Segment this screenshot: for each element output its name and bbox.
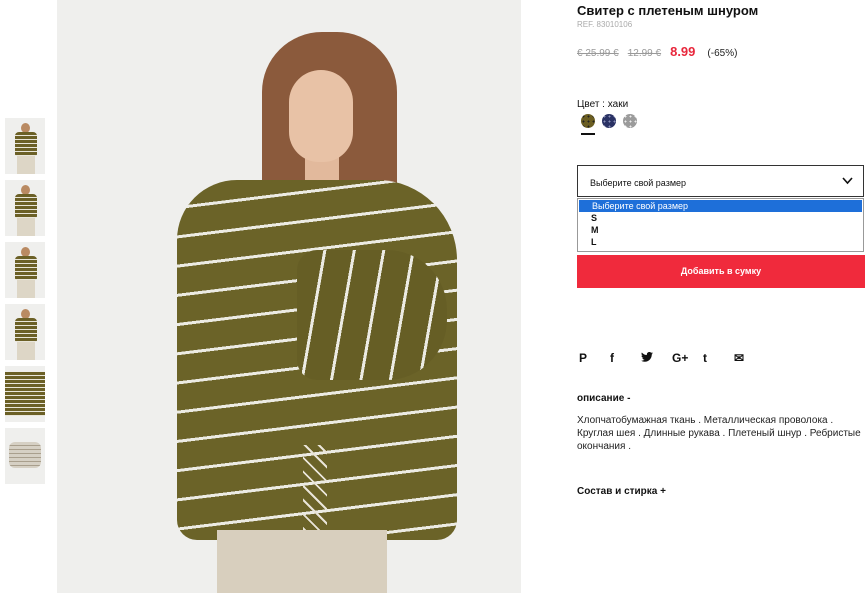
price-original: € 25.99 €: [577, 48, 619, 59]
grey-swatch[interactable]: [623, 114, 637, 128]
size-option-placeholder[interactable]: Выберите свой размер: [579, 200, 862, 212]
discount-badge: (-65%): [707, 48, 738, 59]
description-text: Хлопчатобумажная ткань . Металлическая п…: [577, 415, 861, 452]
price-previous: 12.99 €: [627, 48, 662, 59]
color-label: Цвет : хаки: [577, 99, 629, 110]
product-ref: REF. 83010106: [577, 20, 633, 29]
size-select-value: Выберите свой размер: [590, 178, 687, 188]
size-dropdown-list: Выберите свой размер S M L: [577, 198, 864, 252]
product-main-image[interactable]: [57, 0, 521, 593]
khaki-swatch[interactable]: [581, 114, 595, 128]
facebook-icon[interactable]: f: [610, 351, 641, 365]
size-option-s[interactable]: S: [578, 212, 863, 224]
thumbnail-3[interactable]: [5, 242, 45, 298]
sweater-sleeve: [297, 250, 447, 380]
thumbnail-list: [5, 118, 45, 490]
thumbnail-1[interactable]: [5, 118, 45, 174]
pinterest-icon[interactable]: P: [579, 351, 610, 365]
email-icon[interactable]: ✉: [734, 351, 765, 365]
description-toggle[interactable]: описание -: [577, 393, 630, 404]
thumbnail-2[interactable]: [5, 180, 45, 236]
size-option-l[interactable]: L: [578, 236, 863, 248]
composition-toggle[interactable]: Состав и стирка +: [577, 486, 666, 497]
share-icons: P f G+ t ✉: [579, 351, 765, 365]
thumbnail-5[interactable]: [5, 366, 45, 422]
thumbnail-4[interactable]: [5, 304, 45, 360]
selected-swatch-indicator: [581, 133, 595, 135]
price-block: € 25.99 € 12.99 € 8.99 (-65%): [577, 44, 737, 59]
navy-swatch[interactable]: [602, 114, 616, 128]
google-plus-icon[interactable]: G+: [672, 351, 703, 365]
color-swatches: [581, 114, 637, 128]
model-pants: [217, 530, 387, 593]
tumblr-icon[interactable]: t: [703, 351, 734, 365]
size-select[interactable]: Выберите свой размер: [577, 165, 864, 197]
product-title: Свитер с плетеным шнуром: [577, 3, 759, 18]
thumbnail-6[interactable]: [5, 428, 45, 484]
add-to-bag-button[interactable]: Добавить в сумку: [577, 255, 865, 288]
twitter-icon[interactable]: [641, 351, 672, 365]
model-face: [289, 70, 353, 162]
size-option-m[interactable]: M: [578, 224, 863, 236]
price-current: 8.99: [670, 44, 696, 59]
chevron-down-icon: [842, 174, 853, 188]
